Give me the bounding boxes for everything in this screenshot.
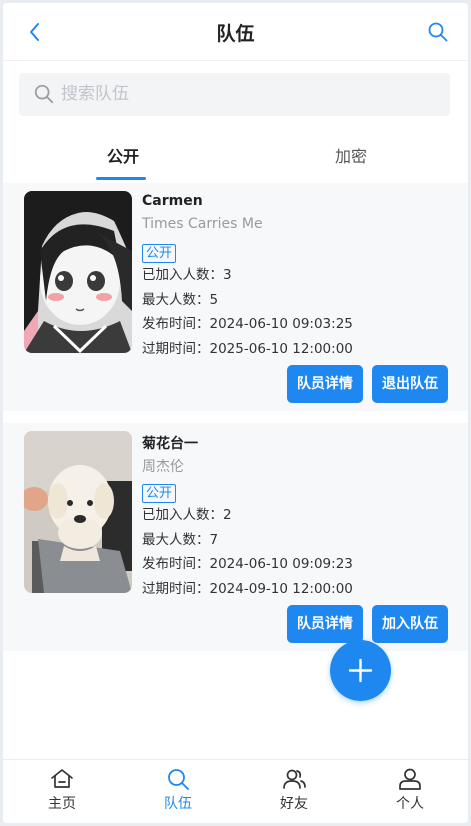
user-icon	[399, 768, 421, 790]
plus-icon	[348, 658, 373, 683]
team-info: Carmen Times Carries Me 公开 已加入人数：3 最大人数：…	[142, 193, 353, 361]
nav-friends[interactable]: 好友	[236, 766, 352, 822]
team-info: 菊花台一 周杰伦 公开 已加入人数：2 最大人数：7 发布时间：2024-06-…	[142, 433, 353, 601]
search-icon[interactable]	[426, 20, 450, 44]
home-icon	[51, 769, 73, 788]
join-team-button[interactable]: 加入队伍	[372, 605, 448, 643]
card-actions: 队员详情 退出队伍	[283, 365, 448, 403]
page-title: 队伍	[216, 23, 255, 45]
team-card[interactable]: 菊花台一 周杰伦 公开 已加入人数：2 最大人数：7 发布时间：2024-06-…	[3, 423, 468, 651]
friends-icon	[283, 769, 306, 789]
team-slogan: Times Carries Me	[142, 216, 263, 232]
publish-time: 发布时间：2024-06-10 09:09:23	[142, 556, 353, 572]
nav-label: 好友	[280, 796, 308, 812]
search-icon	[168, 769, 189, 790]
team-avatar	[24, 431, 132, 593]
nav-label: 主页	[48, 796, 76, 812]
search-bar	[19, 73, 450, 116]
nav-label: 个人	[396, 796, 424, 812]
quit-team-button[interactable]: 退出队伍	[372, 365, 448, 403]
tab-public[interactable]: 公开	[7, 143, 239, 167]
nav-label: 队伍	[164, 796, 192, 812]
member-detail-button[interactable]: 队员详情	[286, 605, 363, 643]
bottom-nav: 主页 队伍 好友 个人	[3, 759, 468, 823]
team-slogan: 周杰伦	[142, 459, 184, 475]
status-badge: 公开	[142, 484, 177, 503]
team-avatar	[24, 191, 132, 353]
expire-time: 过期时间：2024-09-10 12:00:00	[142, 580, 353, 597]
team-name: Carmen	[142, 193, 203, 209]
nav-profile[interactable]: 个人	[352, 766, 468, 822]
team-name: 菊花台一	[142, 436, 198, 452]
search-icon	[34, 84, 54, 104]
team-card[interactable]: Carmen Times Carries Me 公开 已加入人数：3 最大人数：…	[3, 183, 468, 411]
tab-active-indicator	[96, 177, 146, 180]
tab-bar: 公开 加密	[3, 131, 468, 181]
joined-count: 已加入人数：2	[142, 507, 232, 523]
max-count: 最大人数：5	[142, 291, 219, 308]
max-count: 最大人数：7	[142, 531, 219, 548]
add-team-button[interactable]	[330, 640, 391, 701]
expire-time: 过期时间：2025-06-10 12:00:00	[142, 340, 353, 357]
top-bar: 队伍	[3, 3, 468, 61]
nav-teams[interactable]: 队伍	[120, 766, 236, 822]
publish-time: 发布时间：2024-06-10 09:03:25	[142, 316, 353, 332]
app-frame: 队伍 公开 加密	[3, 3, 468, 823]
status-badge: 公开	[142, 244, 177, 263]
member-detail-button[interactable]: 队员详情	[286, 365, 363, 403]
search-input[interactable]	[61, 79, 431, 109]
card-actions: 队员详情 加入队伍	[283, 605, 448, 643]
tab-encrypted[interactable]: 加密	[235, 143, 467, 167]
team-list: Carmen Times Carries Me 公开 已加入人数：3 最大人数：…	[3, 183, 468, 651]
nav-home[interactable]: 主页	[4, 766, 120, 822]
joined-count: 已加入人数：3	[142, 267, 232, 283]
